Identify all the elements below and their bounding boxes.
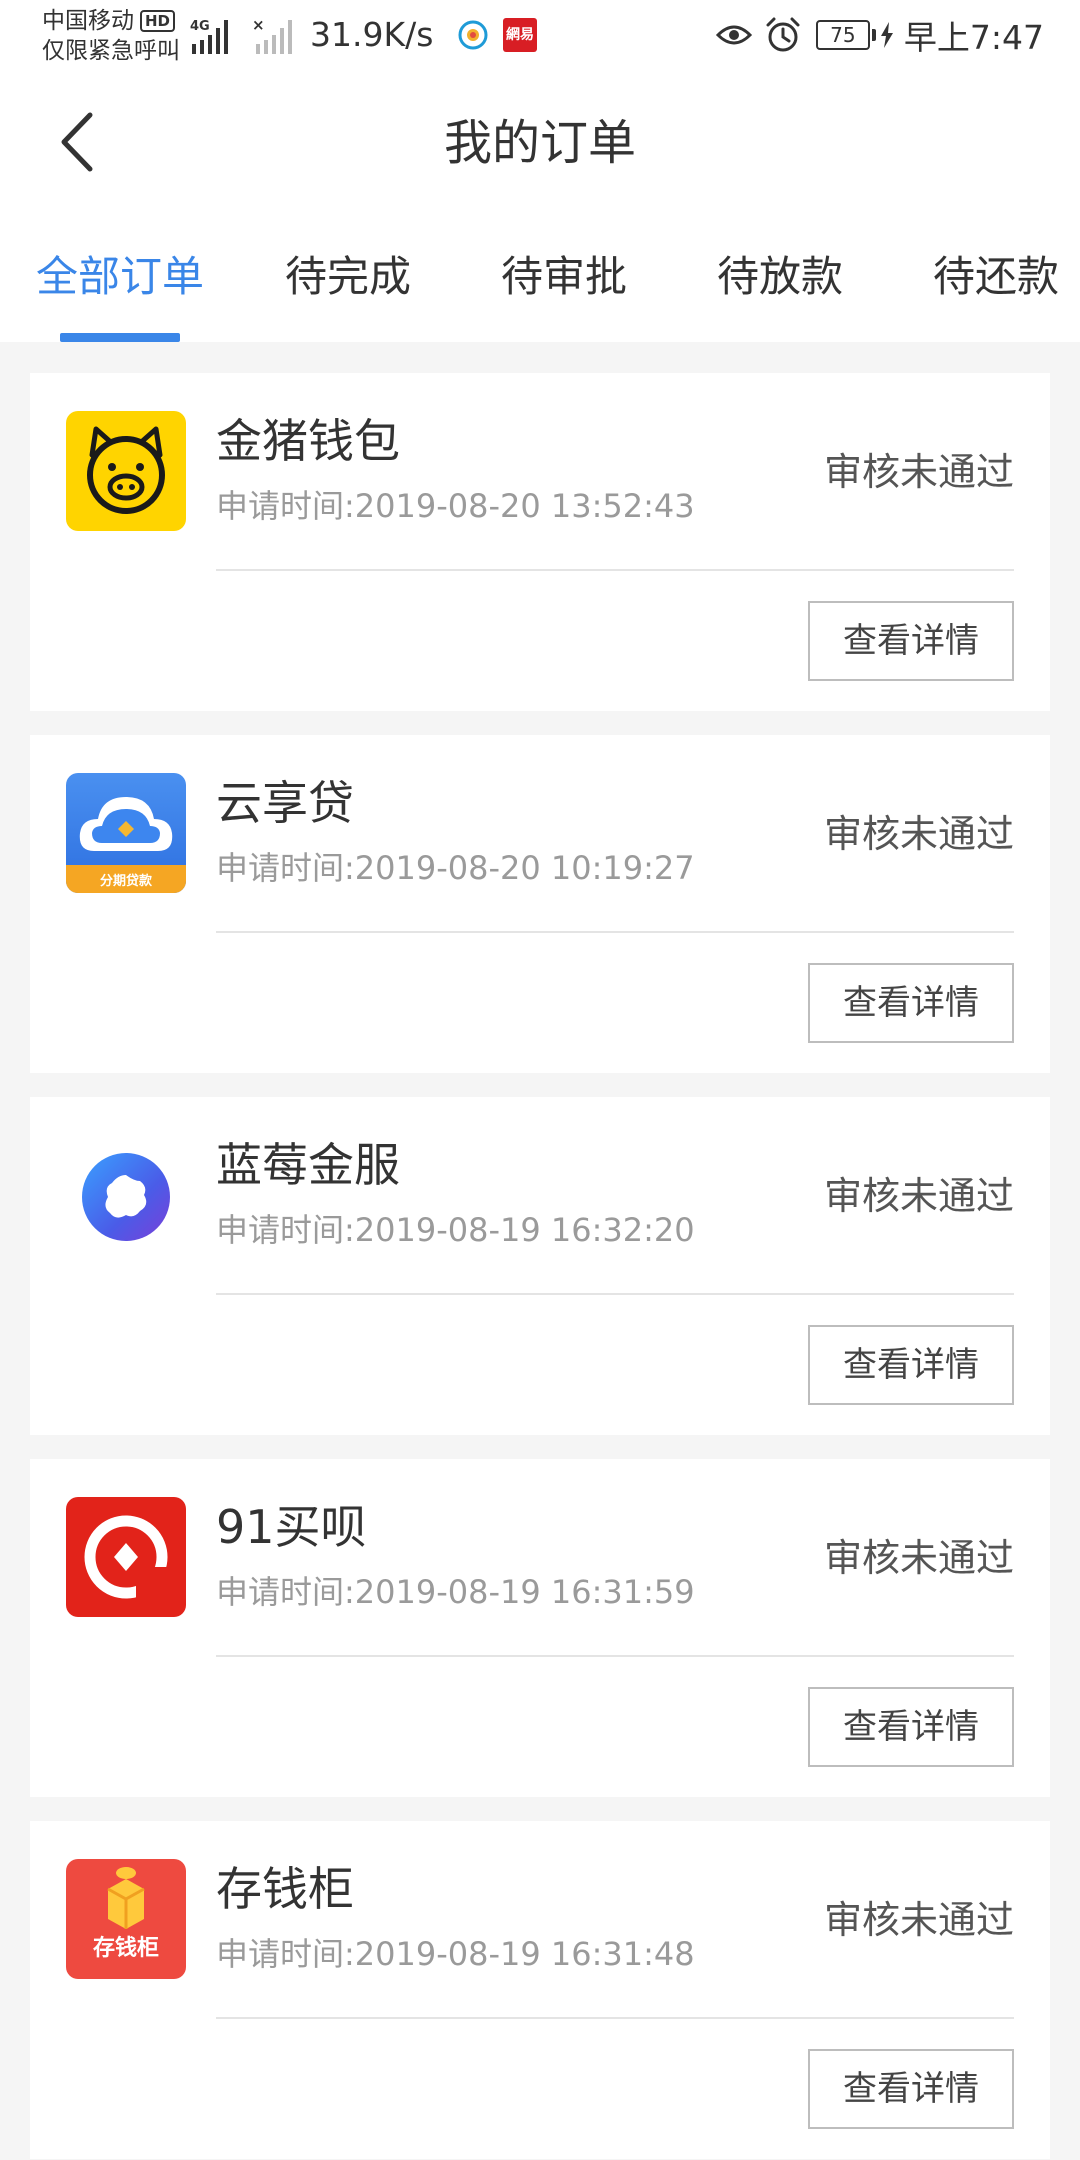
hd-badge: HD	[140, 10, 176, 32]
page-title: 我的订单	[443, 115, 636, 171]
carrier-info: 中国移动 HD 仅限紧急呼叫	[42, 6, 192, 66]
order-name: 云享贷	[216, 776, 354, 830]
tab-pending-repayment[interactable]: 待还款	[933, 250, 1059, 304]
signal-icon: 4G ×	[190, 16, 292, 54]
blueberry-icon	[66, 1135, 186, 1255]
logo-text: 存钱柜	[93, 1935, 159, 1961]
view-details-button[interactable]: 查看详情	[808, 963, 1014, 1043]
order-tabs: 全部订单 待完成 待审批 待放款 待还款	[0, 214, 1080, 342]
order-status: 审核未通过	[823, 812, 1014, 856]
order-time: 申请时间:2019-08-19 16:31:48	[216, 1935, 695, 1973]
status-bar: 中国移动 HD 仅限紧急呼叫 4G × 31.9K/s 網易 75 早上7:47	[0, 0, 1080, 72]
divider	[216, 1655, 1014, 1657]
nav-bar: 我的订单	[0, 72, 1080, 214]
order-time: 申请时间:2019-08-19 16:31:59	[216, 1573, 695, 1611]
order-logo: 分期贷款	[66, 773, 186, 893]
view-details-button[interactable]: 查看详情	[808, 601, 1014, 681]
battery-indicator: 75	[815, 20, 894, 50]
battery-level: 75	[815, 20, 870, 50]
order-card: 金猪钱包 申请时间:2019-08-20 13:52:43 审核未通过 查看详情	[30, 373, 1050, 711]
view-details-button[interactable]: 查看详情	[808, 1325, 1014, 1405]
netease-app-icon: 網易	[503, 18, 537, 52]
order-time: 申请时间:2019-08-20 10:19:27	[216, 849, 695, 887]
order-card: 蓝莓金服 申请时间:2019-08-19 16:32:20 审核未通过 查看详情	[30, 1097, 1050, 1435]
divider	[216, 2017, 1014, 2019]
order-name: 蓝莓金服	[216, 1138, 400, 1192]
view-details-button[interactable]: 查看详情	[808, 2049, 1014, 2129]
order-name: 存钱柜	[216, 1862, 354, 1916]
tab-pending-disbursement[interactable]: 待放款	[717, 250, 843, 304]
clock-time: 早上7:47	[903, 18, 1044, 57]
order-time: 申请时间:2019-08-19 16:32:20	[216, 1211, 695, 1249]
divider	[216, 1293, 1014, 1295]
alarm-icon	[766, 17, 800, 52]
status-right: 75 早上7:47	[715, 14, 1044, 57]
order-status: 审核未通过	[823, 1174, 1014, 1218]
svg-text:×: ×	[252, 16, 265, 34]
order-logo	[66, 1497, 186, 1617]
gift-box-icon: 存钱柜	[66, 1859, 186, 1979]
order-name: 91买呗	[216, 1500, 367, 1554]
charging-icon	[880, 22, 893, 48]
order-time: 申请时间:2019-08-20 13:52:43	[216, 487, 695, 525]
divider	[216, 569, 1014, 571]
emergency-text: 仅限紧急呼叫	[42, 38, 180, 64]
order-status: 审核未通过	[823, 1898, 1014, 1942]
order-name: 金猪钱包	[216, 414, 400, 468]
ring-diamond-icon	[66, 1497, 186, 1617]
order-status: 审核未通过	[823, 1536, 1014, 1580]
network-speed: 31.9K/s	[310, 15, 434, 54]
order-logo	[66, 1135, 186, 1255]
tab-active-indicator	[60, 333, 180, 342]
golden-pig-icon	[66, 411, 186, 531]
order-card: 分期贷款 云享贷 申请时间:2019-08-20 10:19:27 审核未通过 …	[30, 735, 1050, 1073]
cloud-loan-icon: 分期贷款	[66, 773, 186, 893]
divider	[216, 931, 1014, 933]
view-details-button[interactable]: 查看详情	[808, 1687, 1014, 1767]
page: 中国移动 HD 仅限紧急呼叫 4G × 31.9K/s 網易 75 早上7:47…	[0, 0, 1080, 2160]
eye-icon	[715, 25, 752, 45]
order-status: 审核未通过	[823, 450, 1014, 494]
news-app-icon	[458, 20, 488, 50]
order-logo: 存钱柜	[66, 1859, 186, 1979]
tab-pending-completion[interactable]: 待完成	[285, 250, 411, 304]
order-list: 金猪钱包 申请时间:2019-08-20 13:52:43 审核未通过 查看详情	[30, 373, 1050, 2160]
tab-all-orders[interactable]: 全部订单	[36, 250, 204, 304]
network-type-label: 4G	[190, 19, 210, 34]
order-card: 91买呗 申请时间:2019-08-19 16:31:59 审核未通过 查看详情	[30, 1459, 1050, 1797]
order-logo	[66, 411, 186, 531]
logo-text: 分期贷款	[100, 873, 153, 889]
order-card: 存钱柜 存钱柜 申请时间:2019-08-19 16:31:48 审核未通过 查…	[30, 1821, 1050, 2159]
tab-pending-approval[interactable]: 待审批	[501, 250, 627, 304]
carrier-name: 中国移动	[42, 8, 134, 34]
